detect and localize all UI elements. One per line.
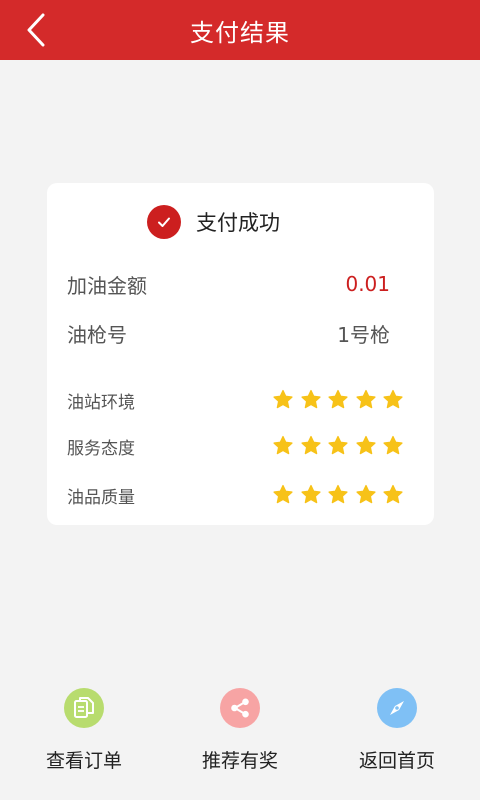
document-icon xyxy=(64,688,104,728)
return-home-label: 返回首页 xyxy=(358,750,435,772)
star-icon[interactable] xyxy=(382,435,404,457)
rating-label: 油品质量 xyxy=(67,487,135,508)
amount-row: 加油金额 0.01 xyxy=(67,269,390,299)
status-text: 支付成功 xyxy=(196,211,280,235)
return-home-button[interactable]: 返回首页 xyxy=(327,688,467,778)
page-title: 支付结果 xyxy=(190,18,290,47)
payment-result-card: 支付成功 加油金额 0.01 油枪号 1号枪 油站环境 服务态度 油品质量 xyxy=(47,183,434,525)
star-icon[interactable] xyxy=(272,435,294,457)
star-icon[interactable] xyxy=(327,484,349,506)
compass-icon xyxy=(377,688,417,728)
bottom-actions: 查看订单 推荐有奖 返回首页 xyxy=(0,688,480,778)
share-icon xyxy=(220,688,260,728)
view-order-label: 查看订单 xyxy=(45,750,122,772)
star-icon[interactable] xyxy=(355,435,377,457)
star-icon[interactable] xyxy=(382,484,404,506)
star-icon[interactable] xyxy=(300,435,322,457)
star-icon[interactable] xyxy=(272,484,294,506)
amount-label: 加油金额 xyxy=(67,273,147,298)
star-icon[interactable] xyxy=(272,389,294,411)
view-order-button[interactable]: 查看订单 xyxy=(14,688,154,778)
star-icon[interactable] xyxy=(300,389,322,411)
payment-status: 支付成功 xyxy=(147,205,280,239)
rating-label: 服务态度 xyxy=(67,438,135,459)
nozzle-value: 1号枪 xyxy=(337,322,390,347)
nozzle-label: 油枪号 xyxy=(67,322,127,347)
star-icon[interactable] xyxy=(327,389,349,411)
rating-row-environment: 油站环境 xyxy=(67,386,404,414)
check-circle-icon xyxy=(147,205,181,239)
star-icon[interactable] xyxy=(382,389,404,411)
recommend-reward-button[interactable]: 推荐有奖 xyxy=(170,688,310,778)
star-icon[interactable] xyxy=(355,389,377,411)
star-icon[interactable] xyxy=(355,484,377,506)
star-icon[interactable] xyxy=(327,435,349,457)
nozzle-row: 油枪号 1号枪 xyxy=(67,318,390,348)
star-icon[interactable] xyxy=(300,484,322,506)
rating-row-quality: 油品质量 xyxy=(67,481,404,509)
chevron-left-icon xyxy=(27,13,45,47)
star-rating[interactable] xyxy=(267,435,405,457)
star-rating[interactable] xyxy=(267,389,405,411)
back-button[interactable] xyxy=(18,12,54,48)
amount-value: 0.01 xyxy=(345,272,390,296)
star-rating[interactable] xyxy=(267,484,405,506)
recommend-reward-label: 推荐有奖 xyxy=(201,750,278,772)
header-bar: 支付结果 xyxy=(0,0,480,60)
rating-row-service: 服务态度 xyxy=(67,432,404,460)
rating-label: 油站环境 xyxy=(67,392,135,413)
